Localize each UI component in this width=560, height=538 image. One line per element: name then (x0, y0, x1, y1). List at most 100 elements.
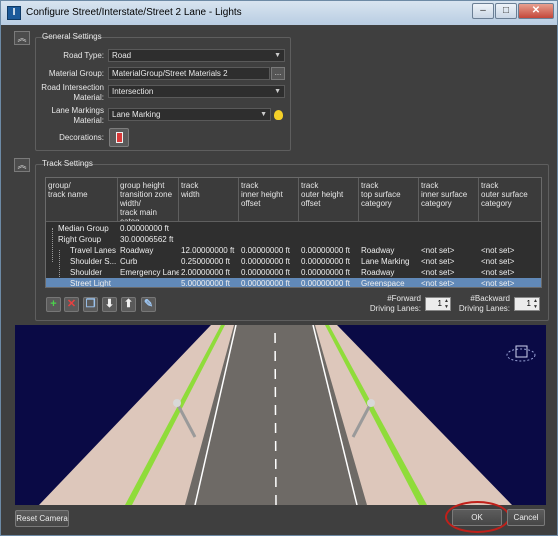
track-table[interactable]: group/ track name group height transitio… (45, 177, 542, 288)
row-outer-height: 0.00000000 ft (301, 279, 350, 288)
row-inner-surface: <not set> (421, 257, 455, 266)
road-preview-viewport[interactable] (15, 325, 546, 505)
column-header-top-surface[interactable]: track top surface category (359, 178, 419, 222)
road-type-value: Road (112, 51, 132, 60)
row-inner-height: 0.00000000 ft (241, 246, 290, 255)
intersection-material-select[interactable]: Intersection ▼ (108, 85, 285, 98)
row-name: Street Light (70, 279, 111, 288)
row-name: Shoulder S... (70, 257, 117, 266)
general-settings-title: General Settings (42, 32, 102, 41)
column-header-inner-surface[interactable]: track inner surface category (419, 178, 479, 222)
window-title: Configure Street/Interstate/Street 2 Lan… (26, 7, 242, 18)
row-top-surface: Greenspace (361, 279, 405, 288)
row-name: Right Group (58, 235, 102, 244)
row-outer-height: 0.00000000 ft (301, 246, 350, 255)
column-header-outer-surface[interactable]: track outer surface category (479, 178, 541, 222)
backward-lanes-label: #Backward Driving Lanes: (458, 294, 510, 313)
close-button[interactable]: ✕ (518, 3, 554, 19)
table-row[interactable]: Right Group 30.00006562 ft (46, 234, 541, 245)
material-group-field[interactable]: MaterialGroup/Street Materials 2 (108, 67, 270, 80)
intersection-material-label: Road Intersection Material: (41, 83, 104, 102)
row-outer-surface: <not set> (481, 257, 515, 266)
row-inner-height: 0.00000000 ft (241, 257, 290, 266)
material-group-label: Material Group: (48, 69, 104, 78)
row-name: Travel Lanes (70, 246, 116, 255)
forward-lanes-spinner[interactable]: 1 ▲ ▼ (425, 297, 451, 311)
row-main-category (118, 278, 179, 287)
copy-track-button[interactable]: ❐ (83, 297, 98, 312)
row-outer-surface: <not set> (481, 279, 515, 288)
row-main-category: Emergency Lane (120, 268, 179, 277)
row-inner-surface: <not set> (421, 246, 455, 255)
maximize-button[interactable]: □ (495, 3, 517, 19)
lane-markings-material-select[interactable]: Lane Marking ▼ (108, 108, 271, 121)
row-inner-height: 0.00000000 ft (241, 279, 290, 288)
column-header-inner-height[interactable]: track inner height offset (239, 178, 299, 222)
table-row[interactable]: Shoulder Emergency Lane 2.00000000 ft 0.… (46, 267, 541, 278)
row-top-surface: Roadway (361, 246, 395, 255)
row-outer-height: 0.00000000 ft (301, 268, 350, 277)
table-row[interactable]: Median Group 0.00000000 ft (46, 223, 541, 234)
row-group-height: 30.00006562 ft (120, 235, 174, 244)
row-inner-surface: <not set> (421, 268, 455, 277)
row-inner-surface: <not set> (421, 279, 455, 288)
row-main-category: Curb (120, 257, 138, 266)
chevron-down-icon: ▼ (260, 111, 267, 118)
column-header-name[interactable]: group/ track name (46, 178, 118, 222)
road-type-label: Road Type: (63, 51, 104, 60)
configure-dialog: I Configure Street/Interstate/Street 2 L… (0, 0, 558, 536)
row-width: 5.00000000 ft (181, 279, 230, 288)
reset-camera-button[interactable]: Reset Camera (15, 510, 69, 527)
decorations-button[interactable] (109, 128, 129, 147)
row-outer-surface: <not set> (481, 246, 515, 255)
move-up-button[interactable]: ⬆ (121, 297, 136, 312)
chevron-down-icon: ▼ (274, 52, 281, 59)
track-settings-title: Track Settings (42, 159, 93, 168)
row-inner-height: 0.00000000 ft (241, 268, 290, 277)
table-row[interactable]: Shoulder S... Curb 0.25000000 ft 0.00000… (46, 256, 541, 267)
lightbulb-icon[interactable] (274, 110, 283, 120)
row-outer-surface: <not set> (481, 268, 515, 277)
lane-markings-material-value: Lane Marking (112, 110, 161, 119)
collapse-track-icon[interactable]: ︽ (14, 158, 30, 172)
column-header-width[interactable]: track width (179, 178, 239, 222)
decoration-icon (116, 132, 123, 143)
title-bar[interactable]: I Configure Street/Interstate/Street 2 L… (1, 1, 557, 25)
row-name: Shoulder (70, 268, 103, 277)
column-header-outer-height[interactable]: track outer height offset (299, 178, 359, 222)
edit-track-button[interactable]: ✎ (141, 297, 156, 312)
lane-markings-material-label: Lane Markings Material: (51, 106, 104, 125)
row-group-height: 0.00000000 ft (120, 224, 169, 233)
forward-lanes-value: 1 (437, 299, 442, 308)
row-width: 2.00000000 ft (181, 268, 230, 277)
row-top-surface: Lane Marking (361, 257, 410, 266)
road-preview-canvas (15, 325, 546, 505)
row-width: 0.25000000 ft (181, 257, 230, 266)
row-outer-height: 0.00000000 ft (301, 257, 350, 266)
collapse-general-icon[interactable]: ︽ (14, 31, 30, 45)
add-track-button[interactable]: + (46, 297, 61, 312)
decorations-label: Decorations: (59, 133, 104, 142)
minimize-button[interactable]: – (472, 3, 494, 19)
table-row[interactable]: Travel Lanes Roadway 12.00000000 ft 0.00… (46, 245, 541, 256)
highlight-ring (445, 501, 510, 533)
forward-lanes-label: #Forward Driving Lanes: (369, 294, 421, 313)
cancel-button[interactable]: Cancel (507, 509, 545, 526)
chevron-down-icon: ▼ (274, 88, 281, 95)
move-down-button[interactable]: ⬇ (102, 297, 117, 312)
spinner-arrows-icon: ▲ ▼ (444, 298, 449, 310)
row-top-surface: Roadway (361, 268, 395, 277)
table-row-selected[interactable]: Street Light 5.00000000 ft 0.00000000 ft… (46, 278, 541, 288)
backward-lanes-spinner[interactable]: 1 ▲ ▼ (514, 297, 540, 311)
row-width: 12.00000000 ft (181, 246, 235, 255)
row-name: Median Group (58, 224, 109, 233)
backward-lanes-value: 1 (526, 299, 531, 308)
browse-material-button[interactable]: ... (271, 67, 285, 80)
road-type-select[interactable]: Road ▼ (108, 49, 285, 62)
intersection-material-value: Intersection (112, 87, 154, 96)
delete-track-button[interactable]: ✕ (64, 297, 79, 312)
app-icon: I (7, 6, 21, 20)
row-main-category: Roadway (120, 246, 154, 255)
spinner-arrows-icon: ▲ ▼ (533, 298, 538, 310)
column-header-group-height[interactable]: group height transition zone width/ trac… (118, 178, 179, 222)
